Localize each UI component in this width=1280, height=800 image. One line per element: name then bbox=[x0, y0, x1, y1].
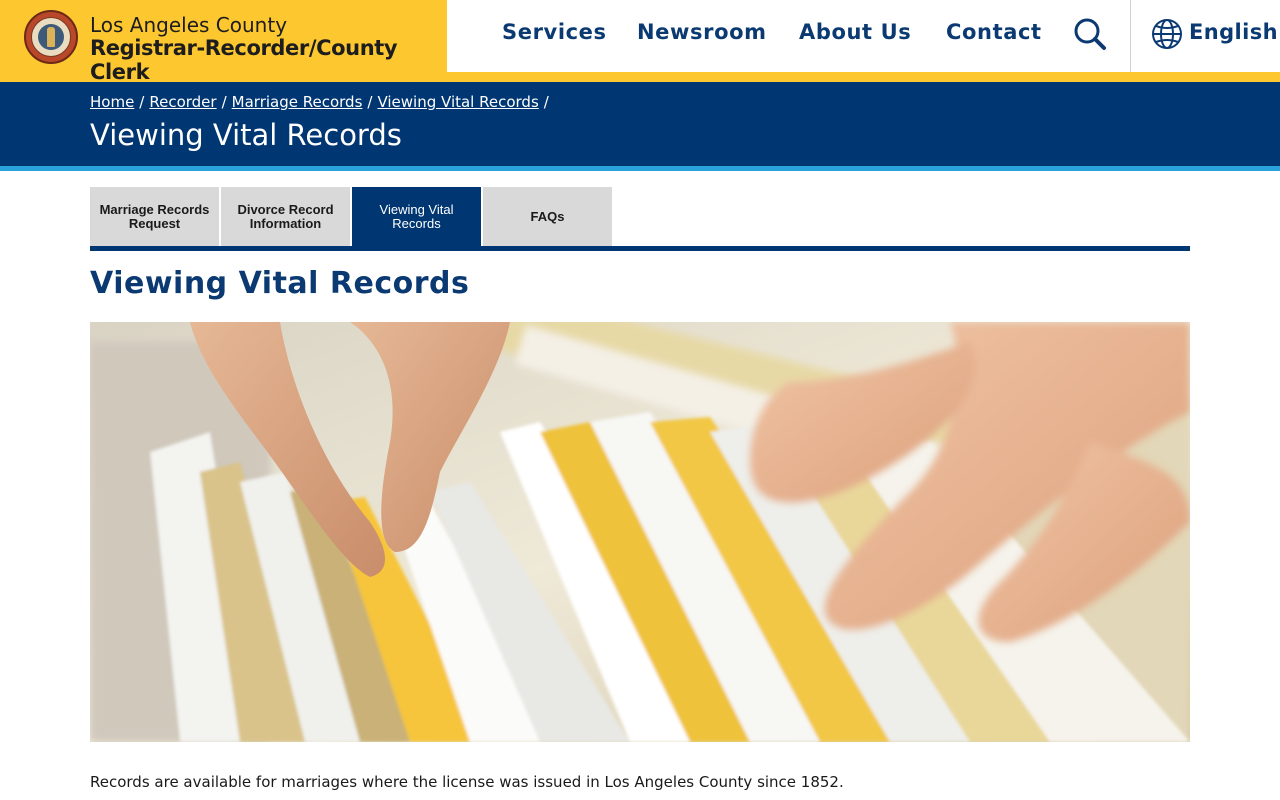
county-seal-icon bbox=[24, 10, 78, 64]
language-label: English bbox=[1189, 20, 1278, 44]
breadcrumb-separator: / bbox=[221, 93, 227, 111]
nav-about-us[interactable]: About Us bbox=[799, 20, 911, 44]
search-icon bbox=[1074, 18, 1106, 50]
breadcrumb-separator: / bbox=[139, 93, 145, 111]
section-heading: Viewing Vital Records bbox=[90, 266, 470, 301]
header-accent-strip bbox=[447, 72, 1280, 82]
brand-block[interactable]: Los Angeles County Registrar-Recorder/Co… bbox=[0, 0, 447, 84]
breadcrumb-separator: / bbox=[543, 93, 549, 111]
tab-divorce-record-information[interactable]: Divorce Record Information bbox=[221, 187, 350, 246]
breadcrumb-recorder[interactable]: Recorder bbox=[149, 93, 216, 111]
globe-icon bbox=[1152, 19, 1182, 49]
department-name: Registrar-Recorder/County Clerk bbox=[90, 36, 398, 84]
header-divider bbox=[1130, 0, 1131, 72]
tab-faqs[interactable]: FAQs bbox=[483, 187, 612, 246]
nav-services[interactable]: Services bbox=[502, 20, 607, 44]
banner-accent-line bbox=[0, 166, 1280, 171]
search-button[interactable] bbox=[1070, 14, 1110, 54]
nav-contact[interactable]: Contact bbox=[946, 20, 1042, 44]
file-folders-image bbox=[90, 322, 1190, 742]
section-tabs: Marriage Records Request Divorce Record … bbox=[90, 187, 1190, 252]
tabs-rule bbox=[90, 246, 1190, 251]
page-banner: Home / Recorder / Marriage Records / Viewing V… bbox=[0, 82, 1280, 166]
site-header: Los Angeles County Registrar-Recorder/Co… bbox=[0, 0, 1280, 84]
breadcrumb-separator: / bbox=[367, 93, 373, 111]
county-name: Los Angeles County bbox=[90, 13, 288, 37]
breadcrumb: Home / Recorder / Marriage Records / Viewing V… bbox=[90, 93, 554, 111]
breadcrumb-home[interactable]: Home bbox=[90, 93, 134, 111]
tab-marriage-records-request[interactable]: Marriage Records Request bbox=[90, 187, 219, 246]
page-title: Viewing Vital Records bbox=[90, 118, 402, 152]
tab-viewing-vital-records[interactable]: Viewing Vital Records bbox=[352, 187, 481, 246]
breadcrumb-viewing-vital-records[interactable]: Viewing Vital Records bbox=[377, 93, 538, 111]
nav-newsroom[interactable]: Newsroom bbox=[637, 20, 767, 44]
hero-image bbox=[90, 322, 1190, 742]
intro-paragraph: Records are available for marriages wher… bbox=[90, 773, 844, 791]
breadcrumb-marriage-records[interactable]: Marriage Records bbox=[232, 93, 363, 111]
